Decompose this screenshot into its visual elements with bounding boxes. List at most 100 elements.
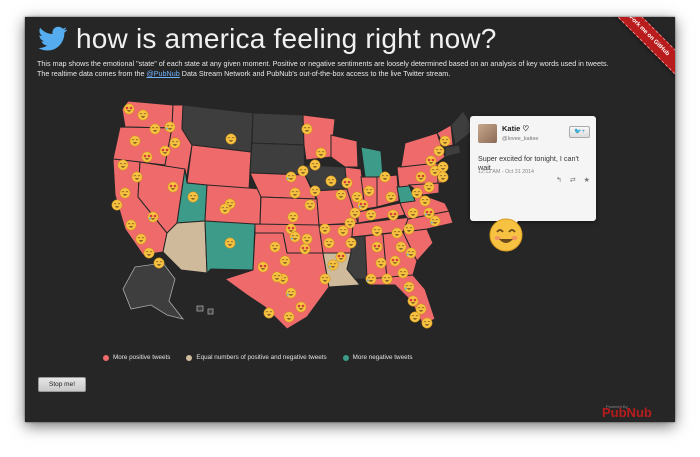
emoji-marker (299, 243, 311, 255)
emoji-marker (159, 145, 171, 157)
emoji-marker (363, 185, 375, 197)
emoji-marker (111, 199, 123, 211)
emoji-marker (153, 257, 165, 269)
emoji-marker (283, 311, 295, 323)
emoji-marker (287, 211, 299, 223)
emoji-marker (407, 295, 419, 307)
legend-label-neutral: Equal numbers of positive and negative t… (196, 354, 327, 361)
emoji-marker (437, 161, 449, 173)
emoji-marker (385, 191, 397, 203)
emoji-marker (147, 211, 159, 223)
emoji-marker (143, 247, 155, 259)
emoji-marker (403, 223, 415, 235)
emoji-marker (297, 165, 309, 177)
emoji-marker (137, 109, 149, 121)
emoji-marker (285, 171, 297, 183)
state-massachusetts (444, 144, 462, 158)
favorite-icon[interactable]: ★ (584, 177, 593, 184)
emoji-marker (365, 273, 377, 285)
legend-label-negative: More negative tweets (352, 354, 413, 361)
emoji-marker (325, 175, 337, 187)
legend-dot-neutral (186, 354, 193, 361)
emoji-marker (301, 123, 313, 135)
emoji-marker (395, 241, 407, 253)
tweet-actions: ↰ ⇄ ★ (556, 176, 593, 184)
state-south-dakota (249, 142, 306, 176)
emoji-marker (423, 181, 435, 193)
legend-dot-positive (103, 354, 109, 361)
emoji-marker (337, 225, 349, 237)
stop-button[interactable]: Stop me! (38, 377, 86, 392)
emoji-marker (304, 199, 316, 211)
tweet-timestamp: 12:12 AM - Oct 31 2014 (478, 169, 534, 175)
emoji-marker (425, 155, 437, 167)
emoji-marker (405, 247, 417, 259)
emoji-marker (301, 233, 313, 245)
emoji-marker (149, 123, 161, 135)
emoji-marker (169, 137, 181, 149)
emoji-marker (365, 209, 377, 221)
emoji-marker (345, 237, 357, 249)
emoji-marker (263, 307, 275, 319)
emoji-marker (129, 135, 141, 147)
emoji-marker (433, 145, 445, 157)
emoji-marker (225, 133, 237, 145)
emoji-marker (349, 207, 361, 219)
emoji-marker (309, 159, 321, 171)
legend-label-positive: More positive tweets (113, 354, 171, 361)
emoji-marker (289, 231, 301, 243)
emoji-marker (423, 207, 435, 219)
state-michigan (360, 146, 384, 178)
map-legend: More positive tweets Equal numbers of po… (103, 354, 428, 361)
emoji-marker (271, 271, 283, 283)
blush-emoji-icon (489, 218, 523, 252)
follow-button[interactable]: 🐦+ (569, 126, 590, 138)
tweet-card: Katie ♡ @lovee_katiee 🐦+ Super excited f… (470, 116, 596, 233)
emoji-marker (379, 171, 391, 183)
emoji-marker (437, 171, 449, 183)
emoji-marker (315, 147, 327, 159)
legend-item-neutral: Equal numbers of positive and negative t… (186, 354, 327, 361)
emoji-marker (319, 273, 331, 285)
tweet-author-handle: @lovee_katiee (502, 136, 539, 142)
state-north-dakota (251, 112, 305, 146)
emoji-marker (335, 189, 347, 201)
emoji-marker (327, 259, 339, 271)
reply-icon[interactable]: ↰ (556, 177, 565, 184)
emoji-marker (335, 251, 347, 263)
emoji-marker (295, 301, 307, 313)
emoji-marker (289, 187, 301, 199)
emoji-marker (387, 209, 399, 221)
emoji-marker (375, 257, 387, 269)
state-florida (366, 274, 436, 326)
emoji-marker (167, 181, 179, 193)
emoji-marker (351, 191, 363, 203)
legend-item-positive: More positive tweets (103, 354, 170, 361)
emoji-marker (403, 281, 415, 293)
avatar (478, 124, 497, 143)
emoji-marker (285, 287, 297, 299)
legend-dot-negative (342, 354, 349, 361)
emoji-marker (279, 255, 291, 267)
emoji-marker (224, 237, 236, 249)
emoji-marker (381, 273, 393, 285)
emoji-marker (309, 185, 321, 197)
emoji-marker (319, 223, 331, 235)
emoji-marker (371, 241, 383, 253)
emoji-marker (135, 233, 147, 245)
emoji-marker (341, 177, 353, 189)
emoji-marker (391, 227, 403, 239)
emoji-marker (415, 171, 427, 183)
emoji-marker (409, 311, 421, 323)
emoji-marker (389, 255, 401, 267)
tweet-author-name: Katie ♡ (502, 124, 530, 133)
emoji-marker (117, 159, 129, 171)
emoji-marker (219, 203, 231, 215)
emoji-marker (419, 195, 431, 207)
state-wyoming (186, 144, 252, 191)
emoji-marker (119, 187, 131, 199)
emoji-marker (125, 219, 137, 231)
retweet-icon[interactable]: ⇄ (570, 177, 579, 184)
emoji-marker (407, 207, 419, 219)
state-wisconsin (330, 134, 359, 168)
